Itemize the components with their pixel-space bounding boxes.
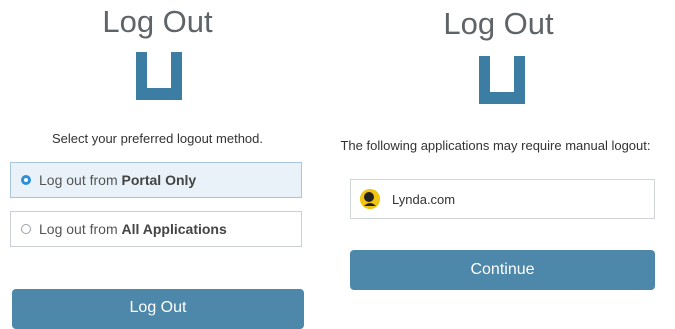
radio-unselected-icon[interactable]: [21, 224, 31, 234]
manual-logout-message: The following applications may require m…: [340, 138, 651, 153]
logout-instruction: Select your preferred logout method.: [51, 131, 263, 146]
logout-method-panel: Log Out Select your preferred logout met…: [0, 0, 315, 329]
manual-logout-panel: Log Out The following applications may r…: [322, 0, 675, 321]
lynda-icon: [360, 189, 380, 209]
page-title: Log Out: [102, 4, 213, 39]
option-portal-only[interactable]: Log out from Portal Only: [10, 162, 302, 198]
application-name: Lynda.com: [392, 191, 456, 207]
u-logo-icon: [479, 56, 525, 104]
application-list-item: Lynda.com: [350, 179, 655, 219]
option-label: Log out from Portal Only: [39, 172, 197, 188]
continue-button[interactable]: Continue: [350, 250, 655, 290]
logout-button[interactable]: Log Out: [12, 289, 304, 329]
option-all-applications[interactable]: Log out from All Applications: [10, 211, 302, 247]
option-label: Log out from All Applications: [39, 221, 227, 237]
u-logo-icon: [136, 52, 182, 100]
page-title: Log Out: [443, 6, 554, 41]
radio-selected-icon[interactable]: [21, 175, 31, 185]
